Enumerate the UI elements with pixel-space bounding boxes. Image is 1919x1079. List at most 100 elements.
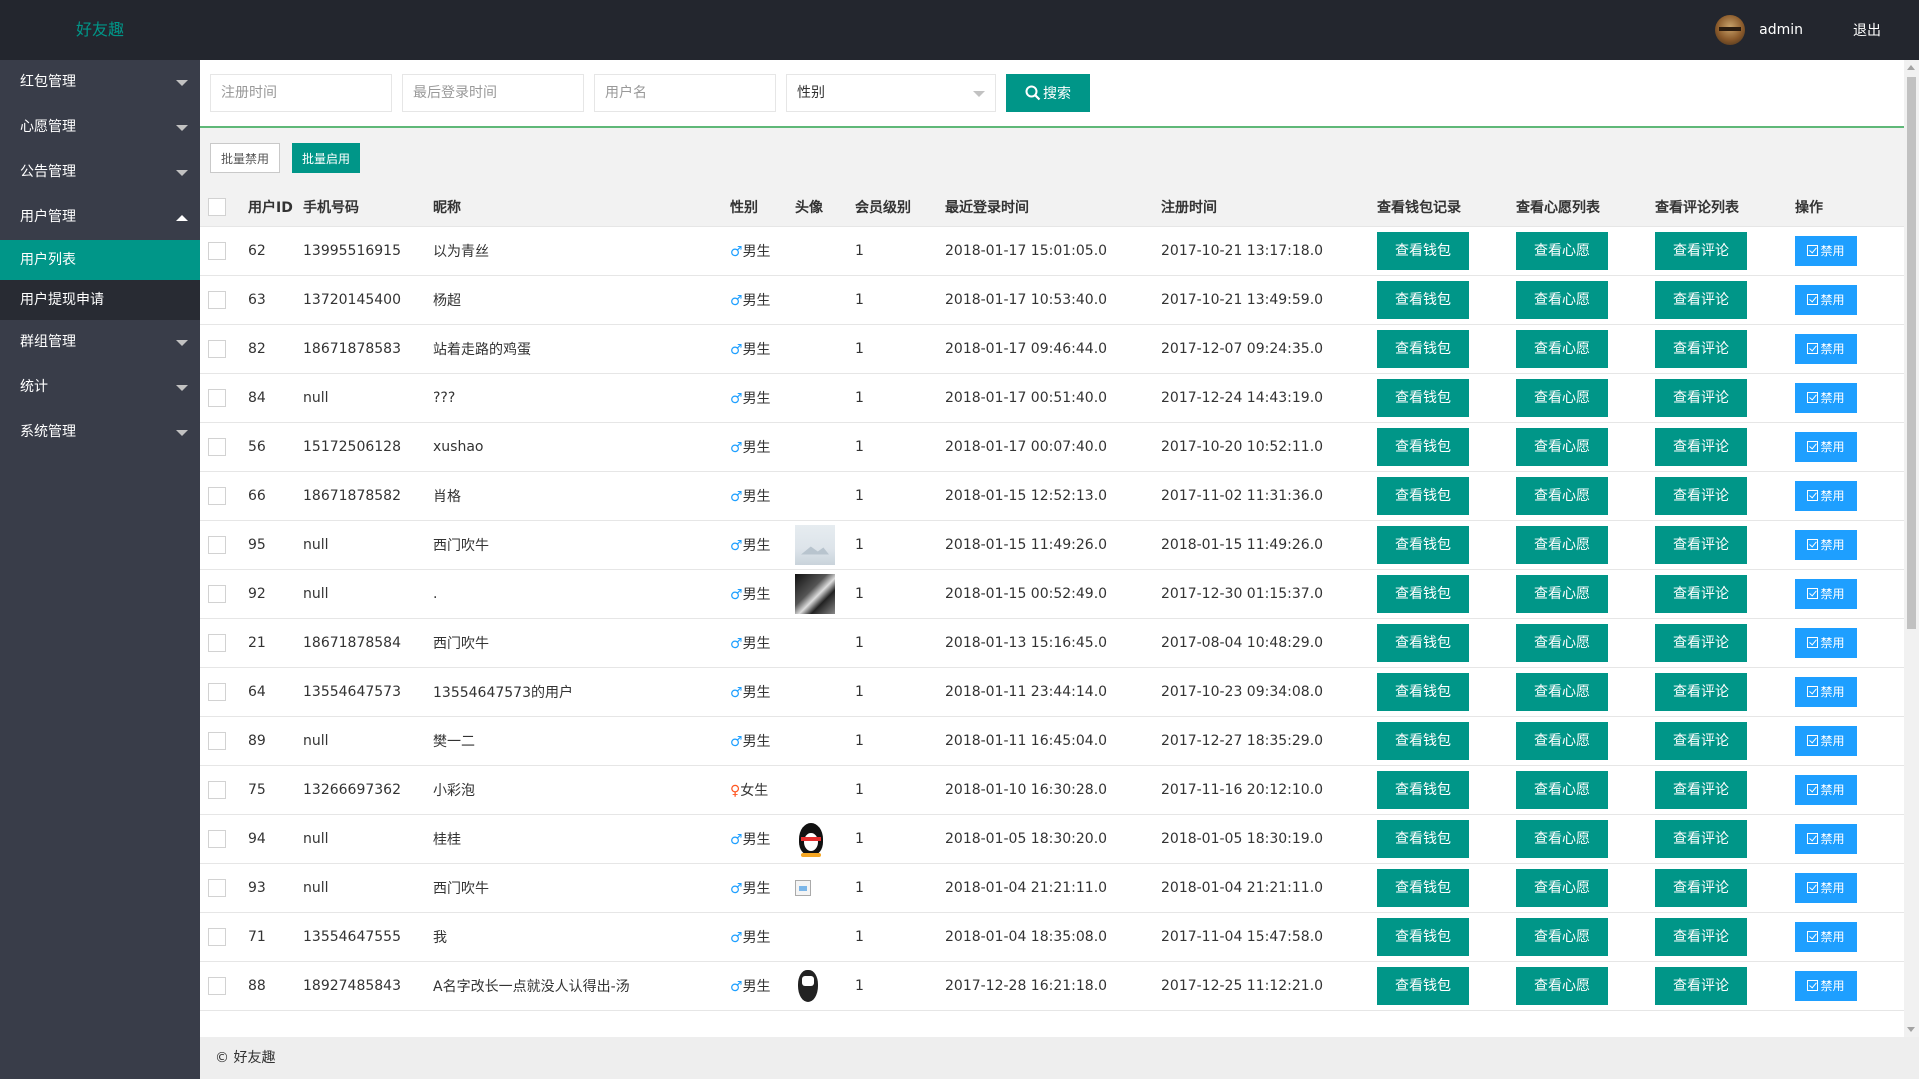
row-checkbox[interactable] xyxy=(208,633,226,652)
ban-button[interactable]: 禁用 xyxy=(1795,529,1857,560)
view-wallet-button[interactable]: 查看钱包 xyxy=(1377,819,1469,858)
sidebar-item-red-packet[interactable]: 红包管理 xyxy=(0,60,200,105)
ban-button[interactable]: 禁用 xyxy=(1795,284,1857,315)
user-avatar[interactable] xyxy=(1715,15,1746,45)
ban-button[interactable]: 禁用 xyxy=(1795,480,1857,511)
ban-button[interactable]: 禁用 xyxy=(1795,627,1857,658)
view-wallet-button[interactable]: 查看钱包 xyxy=(1377,378,1469,417)
view-comment-button[interactable]: 查看评论 xyxy=(1655,378,1747,417)
view-comment-button[interactable]: 查看评论 xyxy=(1655,476,1747,515)
view-wallet-button[interactable]: 查看钱包 xyxy=(1377,672,1469,711)
ban-button[interactable]: 禁用 xyxy=(1795,872,1857,903)
gender-select[interactable]: 性别 xyxy=(786,74,996,112)
view-comment-button[interactable]: 查看评论 xyxy=(1655,966,1747,1005)
ban-button[interactable]: 禁用 xyxy=(1795,921,1857,952)
view-wish-button[interactable]: 查看心愿 xyxy=(1516,868,1608,907)
view-comment-button[interactable]: 查看评论 xyxy=(1655,231,1747,270)
ban-button[interactable]: 禁用 xyxy=(1795,431,1857,462)
view-comment-button[interactable]: 查看评论 xyxy=(1655,574,1747,613)
view-comment-button[interactable]: 查看评论 xyxy=(1655,329,1747,368)
page-scrollbar[interactable] xyxy=(1904,60,1919,1037)
ban-button[interactable]: 禁用 xyxy=(1795,823,1857,854)
view-wallet-button[interactable]: 查看钱包 xyxy=(1377,231,1469,270)
sidebar-item-system[interactable]: 系统管理 xyxy=(0,410,200,455)
row-checkbox[interactable] xyxy=(208,339,226,358)
view-comment-button[interactable]: 查看评论 xyxy=(1655,672,1747,711)
view-wish-button[interactable]: 查看心愿 xyxy=(1516,231,1608,270)
row-checkbox[interactable] xyxy=(208,388,226,407)
view-wallet-button[interactable]: 查看钱包 xyxy=(1377,574,1469,613)
view-comment-button[interactable]: 查看评论 xyxy=(1655,721,1747,760)
search-button[interactable]: 搜索 xyxy=(1006,74,1090,112)
view-wish-button[interactable]: 查看心愿 xyxy=(1516,623,1608,662)
scroll-down-icon[interactable] xyxy=(1907,1027,1915,1032)
ban-button[interactable]: 禁用 xyxy=(1795,235,1857,266)
view-wish-button[interactable]: 查看心愿 xyxy=(1516,721,1608,760)
last-login-input[interactable] xyxy=(402,74,584,112)
sidebar-subitem-withdraw[interactable]: 用户提现申请 xyxy=(0,280,200,320)
row-checkbox[interactable] xyxy=(208,878,226,897)
scrollbar-thumb[interactable] xyxy=(1907,77,1916,629)
view-wallet-button[interactable]: 查看钱包 xyxy=(1377,770,1469,809)
view-wallet-button[interactable]: 查看钱包 xyxy=(1377,427,1469,466)
select-all-checkbox[interactable] xyxy=(208,197,226,216)
user-name[interactable]: admin xyxy=(1759,22,1803,38)
row-checkbox[interactable] xyxy=(208,927,226,946)
view-comment-button[interactable]: 查看评论 xyxy=(1655,280,1747,319)
sidebar-subitem-user-list[interactable]: 用户列表 xyxy=(0,240,200,280)
row-checkbox[interactable] xyxy=(208,731,226,750)
view-wallet-button[interactable]: 查看钱包 xyxy=(1377,721,1469,760)
ban-button[interactable]: 禁用 xyxy=(1795,333,1857,364)
view-wallet-button[interactable]: 查看钱包 xyxy=(1377,917,1469,956)
view-wish-button[interactable]: 查看心愿 xyxy=(1516,770,1608,809)
ban-button[interactable]: 禁用 xyxy=(1795,676,1857,707)
view-wish-button[interactable]: 查看心愿 xyxy=(1516,378,1608,417)
view-wallet-button[interactable]: 查看钱包 xyxy=(1377,280,1469,319)
view-wish-button[interactable]: 查看心愿 xyxy=(1516,917,1608,956)
view-wish-button[interactable]: 查看心愿 xyxy=(1516,476,1608,515)
row-checkbox[interactable] xyxy=(208,535,226,554)
view-comment-button[interactable]: 查看评论 xyxy=(1655,819,1747,858)
sidebar-item-statistics[interactable]: 统计 xyxy=(0,365,200,410)
view-wish-button[interactable]: 查看心愿 xyxy=(1516,427,1608,466)
username-input[interactable] xyxy=(594,74,776,112)
scroll-up-icon[interactable] xyxy=(1907,65,1915,70)
view-wallet-button[interactable]: 查看钱包 xyxy=(1377,868,1469,907)
view-wallet-button[interactable]: 查看钱包 xyxy=(1377,966,1469,1005)
view-wallet-button[interactable]: 查看钱包 xyxy=(1377,525,1469,564)
row-checkbox[interactable] xyxy=(208,241,226,260)
view-wish-button[interactable]: 查看心愿 xyxy=(1516,966,1608,1005)
ban-button[interactable]: 禁用 xyxy=(1795,970,1857,1001)
row-checkbox[interactable] xyxy=(208,829,226,848)
ban-button[interactable]: 禁用 xyxy=(1795,774,1857,805)
sidebar-item-announcement[interactable]: 公告管理 xyxy=(0,150,200,195)
row-checkbox[interactable] xyxy=(208,780,226,799)
view-wish-button[interactable]: 查看心愿 xyxy=(1516,525,1608,564)
app-logo[interactable]: 好友趣 xyxy=(0,0,200,60)
row-checkbox[interactable] xyxy=(208,584,226,603)
ban-button[interactable]: 禁用 xyxy=(1795,578,1857,609)
view-wish-button[interactable]: 查看心愿 xyxy=(1516,672,1608,711)
view-wallet-button[interactable]: 查看钱包 xyxy=(1377,329,1469,368)
view-comment-button[interactable]: 查看评论 xyxy=(1655,427,1747,466)
row-checkbox[interactable] xyxy=(208,437,226,456)
view-comment-button[interactable]: 查看评论 xyxy=(1655,770,1747,809)
row-checkbox[interactable] xyxy=(208,290,226,309)
view-wallet-button[interactable]: 查看钱包 xyxy=(1377,476,1469,515)
view-comment-button[interactable]: 查看评论 xyxy=(1655,917,1747,956)
sidebar-item-users[interactable]: 用户管理 xyxy=(0,195,200,240)
view-wallet-button[interactable]: 查看钱包 xyxy=(1377,623,1469,662)
row-checkbox[interactable] xyxy=(208,976,226,995)
view-wish-button[interactable]: 查看心愿 xyxy=(1516,819,1608,858)
view-comment-button[interactable]: 查看评论 xyxy=(1655,525,1747,564)
view-comment-button[interactable]: 查看评论 xyxy=(1655,623,1747,662)
sidebar-item-groups[interactable]: 群组管理 xyxy=(0,320,200,365)
batch-enable-button[interactable]: 批量启用 xyxy=(292,143,361,173)
view-wish-button[interactable]: 查看心愿 xyxy=(1516,574,1608,613)
view-wish-button[interactable]: 查看心愿 xyxy=(1516,329,1608,368)
row-checkbox[interactable] xyxy=(208,486,226,505)
sidebar-item-wish[interactable]: 心愿管理 xyxy=(0,105,200,150)
logout-link[interactable]: 退出 xyxy=(1853,20,1881,40)
batch-disable-button[interactable]: 批量禁用 xyxy=(210,143,281,173)
ban-button[interactable]: 禁用 xyxy=(1795,725,1857,756)
